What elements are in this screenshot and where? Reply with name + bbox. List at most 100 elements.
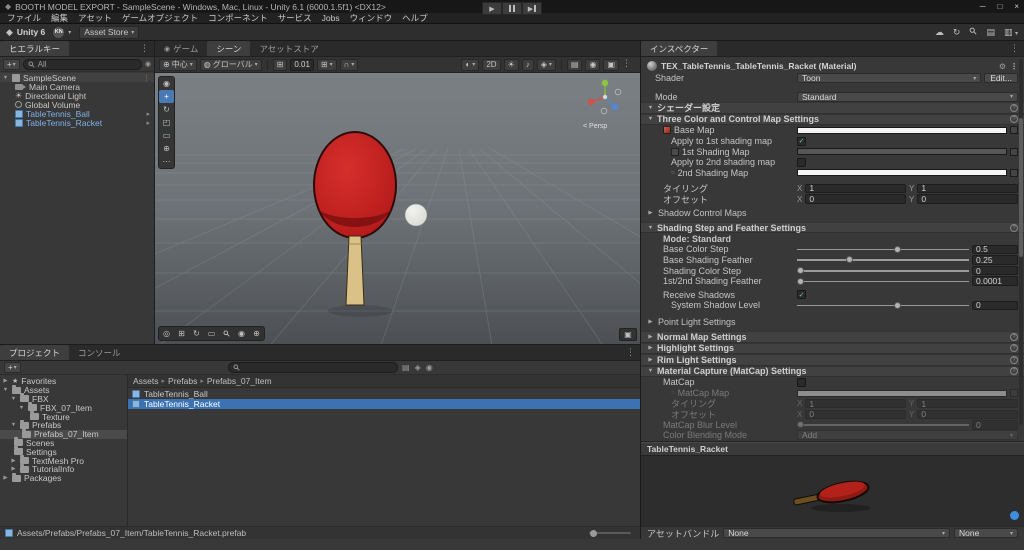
asset-preview[interactable] [641, 455, 1024, 526]
menu-assets[interactable]: アセット [73, 12, 117, 24]
maximize-button[interactable]: □ [997, 2, 1002, 11]
scene-visibility-icon[interactable]: ◉ [145, 60, 151, 68]
base-shading-feather-field[interactable]: 0.25 [972, 255, 1018, 265]
hierarchy-search-input[interactable]: All [22, 58, 142, 70]
rotate-tool-button[interactable]: ↻ [159, 103, 174, 116]
matcap-checkbox[interactable] [797, 377, 806, 387]
create-asset-button[interactable]: + ▾ [4, 362, 21, 373]
shading-color-step-slider[interactable] [797, 266, 969, 275]
texture-thumbnail[interactable] [663, 126, 671, 135]
feather-12-slider[interactable] [797, 277, 969, 286]
grid-visibility-toggle[interactable]: ▤ [566, 58, 583, 71]
object-picker-icon[interactable] [1010, 147, 1018, 156]
help-icon[interactable]: ? [1010, 103, 1018, 112]
folder-scenes[interactable]: Scenes [0, 437, 127, 448]
folder-packages[interactable]: ▶ Packages [0, 472, 127, 483]
close-button[interactable]: × [1014, 2, 1019, 11]
help-icon[interactable]: ? [1010, 367, 1018, 376]
layers-dropdown[interactable]: ▤ [986, 27, 995, 38]
folder-tutorialinfo[interactable]: ▶ TutorialInfo [0, 463, 127, 474]
perspective-label[interactable]: < Persp [583, 123, 607, 130]
add-overlay-icon[interactable]: ⊕ [249, 327, 264, 340]
more-menu-icon[interactable]: ⋮ [1010, 62, 1018, 71]
assistant-notification-icon[interactable] [1010, 511, 1019, 520]
more-tools-button[interactable]: ⋯ [159, 155, 174, 168]
thumbnail-zoom-slider[interactable] [589, 529, 631, 537]
tab-hierarchy[interactable]: ヒエラルキー [0, 41, 70, 56]
matcap-tiling-x-field[interactable]: 1 [805, 399, 906, 409]
matcap-offset-x-field[interactable]: 0 [805, 409, 906, 419]
offset-y-field[interactable]: 0 [917, 194, 1018, 204]
tab-inspector[interactable]: インスペクター [641, 41, 718, 56]
tab-project[interactable]: プロジェクト [0, 345, 70, 360]
shading-color-step-field[interactable]: 0 [972, 266, 1018, 276]
target-icon[interactable]: ◉ [234, 327, 249, 340]
hidden-packages-icon[interactable]: ◉ [426, 363, 433, 372]
menu-file[interactable]: ファイル [2, 12, 46, 24]
menu-gameobject[interactable]: ゲームオブジェクト [117, 12, 203, 24]
object-picker-icon[interactable] [1010, 389, 1018, 398]
transform-tool-button[interactable]: ⊕ [159, 142, 174, 155]
more-menu-icon[interactable]: ⋮ [1010, 43, 1024, 56]
menu-window[interactable]: ウィンドウ [345, 12, 398, 24]
base-map-color-bar[interactable] [797, 126, 1007, 134]
more-menu-icon[interactable]: ⋮ [622, 58, 636, 71]
cloud-services-button[interactable]: ☁ [935, 27, 944, 38]
hierarchy-item-tabletennis-racket[interactable]: TableTennis_Racket ▸ [0, 118, 154, 128]
section-three-color[interactable]: ▼ Three Color and Control Map Settings ? [641, 113, 1024, 126]
tab-scene[interactable]: シーン [207, 41, 251, 56]
step-button[interactable]: ▶ [522, 2, 542, 15]
section-highlight[interactable]: ▶ Highlight Settings ? [641, 342, 1024, 355]
matcap-blur-slider[interactable] [797, 420, 969, 429]
system-shadow-slider[interactable] [797, 301, 969, 310]
base-color-step-field[interactable]: 0.5 [972, 244, 1018, 254]
receive-shadows-checkbox[interactable]: ✓ [797, 290, 806, 300]
2d-toggle[interactable]: 2D [482, 58, 501, 71]
shader-dropdown[interactable]: Toon ▾ [797, 73, 982, 84]
preview-header[interactable]: TableTennis_Racket [641, 442, 1024, 455]
breadcrumb-assets[interactable]: Assets [133, 376, 159, 386]
tab-game[interactable]: ◉ ゲーム [155, 41, 207, 56]
inspector-scrollbar[interactable] [1019, 59, 1023, 425]
menu-edit[interactable]: 編集 [46, 12, 73, 24]
search-by-label-icon[interactable]: ◈ [415, 363, 421, 372]
tab-console[interactable]: コンソール [69, 345, 130, 360]
help-icon[interactable]: ? [1010, 344, 1018, 353]
breadcrumb-prefabs[interactable]: Prefabs [168, 376, 197, 386]
menu-services[interactable]: サービス [273, 12, 317, 24]
menu-jobs[interactable]: Jobs [317, 13, 345, 23]
gizmos-dropdown[interactable]: ◉ [585, 58, 601, 71]
foldout-point-light-settings[interactable]: ▶ Point Light Settings [641, 317, 1024, 328]
mode-dropdown[interactable]: Standard ▾ [797, 91, 1018, 102]
effects-dropdown[interactable]: ◈ ▾ [536, 58, 556, 71]
object-picker-icon[interactable] [1010, 126, 1018, 135]
search-by-type-icon[interactable]: ▤ [402, 363, 410, 372]
draw-mode-dropdown[interactable]: ◐ ▾ [461, 58, 480, 71]
file-tabletennis-ball[interactable]: TableTennis_Ball [128, 389, 640, 399]
undo-history-button[interactable]: ↻ [953, 27, 961, 38]
favorites-row[interactable]: ▶ ★ Favorites [0, 376, 127, 386]
second-shading-color-bar[interactable] [797, 169, 1007, 177]
folder-prefabs-07-item[interactable]: Prefabs_07_Item [0, 428, 127, 439]
system-shadow-field[interactable]: 0 [972, 300, 1018, 310]
matcap-blur-field[interactable]: 0 [972, 420, 1018, 430]
account-dropdown[interactable]: KN ▾ [53, 26, 71, 38]
apply-1st-checkbox[interactable]: ✓ [797, 136, 806, 146]
section-rim-light[interactable]: ▶ Rim Light Settings ? [641, 354, 1024, 366]
file-tabletennis-racket[interactable]: TableTennis_Racket [128, 399, 640, 409]
texture-thumbnail[interactable] [671, 147, 679, 156]
section-matcap[interactable]: ▼ Material Capture (MatCap) Settings ? [641, 365, 1024, 378]
view-tool-button[interactable]: ◉ [159, 77, 174, 90]
matcap-tiling-y-field[interactable]: 1 [917, 399, 1018, 409]
orbit-icon[interactable]: ◎ [159, 327, 174, 340]
add-gameobject-button[interactable]: + ▾ [3, 58, 20, 70]
object-picker-icon[interactable] [1010, 168, 1018, 177]
menu-component[interactable]: コンポーネント [203, 12, 273, 24]
lighting-toggle[interactable]: ☀ [503, 58, 519, 71]
tiling-x-field[interactable]: 1 [805, 183, 906, 193]
grid-size-field[interactable]: 0.01 [290, 58, 314, 71]
matcap-color-bar[interactable] [797, 389, 1007, 397]
folder-texture[interactable]: Texture [0, 411, 127, 422]
scene-viewport[interactable]: < Persp ◉ + ↻ ◰ ▭ ⊕ ⋯ ◎ ⊞ ↻ ▭ ◉ ⊕ ▣ [155, 73, 640, 344]
snap-increment-dropdown[interactable]: ⊞ ▾ [316, 58, 337, 71]
